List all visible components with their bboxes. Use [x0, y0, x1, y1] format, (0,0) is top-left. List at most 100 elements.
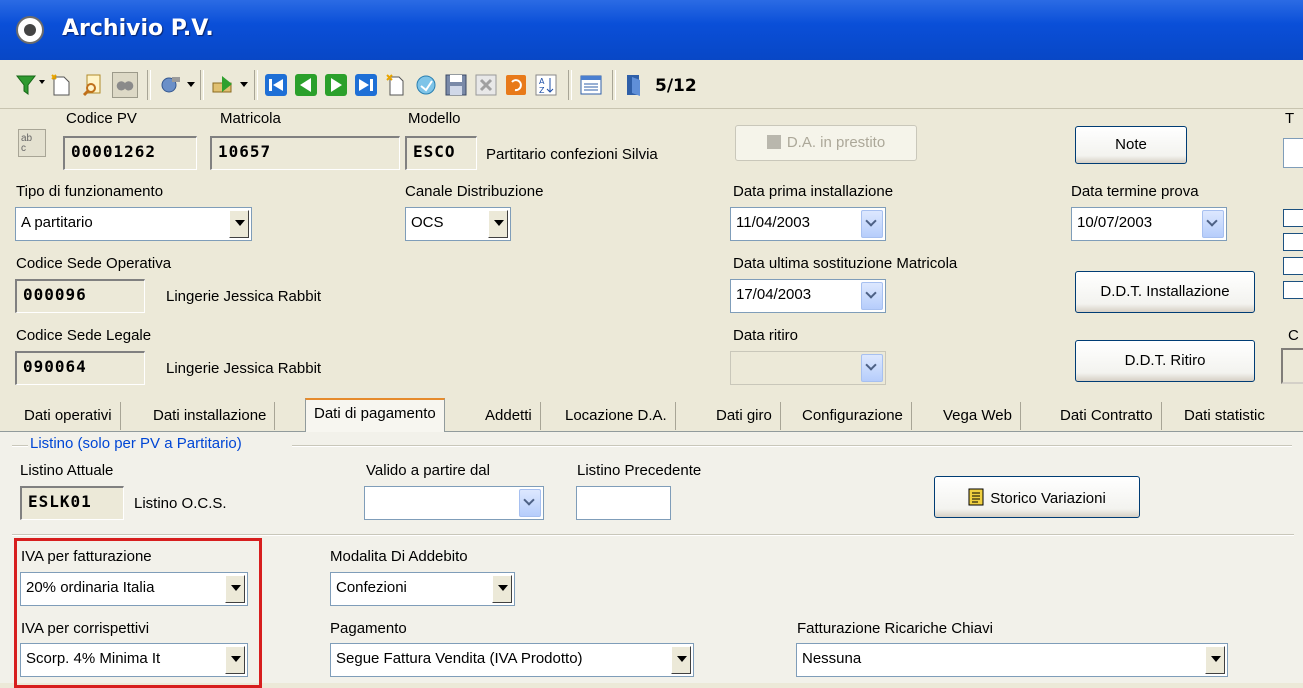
note-button[interactable]: Note [1075, 126, 1187, 164]
toolbar-separator [254, 70, 258, 100]
listino-attuale-description: Listino O.C.S. [134, 495, 227, 512]
modello-label: Modello [408, 110, 461, 127]
listino-attuale-field[interactable]: ESLK01 [20, 486, 124, 520]
canale-distribuzione-select[interactable]: OCS [405, 207, 511, 241]
search-document-icon[interactable] [80, 72, 106, 98]
device-icon [766, 135, 781, 149]
chevron-down-icon[interactable] [1205, 646, 1225, 674]
da-in-prestito-button[interactable]: D.A. in prestito [735, 125, 917, 161]
group-border [292, 445, 1292, 447]
listino-precedente-field[interactable] [576, 486, 671, 520]
codice-sede-legale-field[interactable]: 090064 [15, 351, 145, 385]
exit-door-icon[interactable] [622, 72, 648, 98]
data-termine-prova-label: Data termine prova [1071, 183, 1199, 200]
modello-code-field[interactable]: ESCO [405, 136, 477, 170]
highlight-annotation [14, 538, 262, 688]
cut-label-t: T [1285, 110, 1295, 127]
print-icon[interactable] [210, 72, 236, 98]
checkbox-1[interactable] [1283, 209, 1303, 227]
tab-dati-contratto[interactable]: Dati Contratto [1052, 402, 1162, 430]
data-ultima-sostituzione-value: 17/04/2003 [736, 286, 812, 303]
tipo-funzionamento-select[interactable]: A partitario [15, 207, 252, 241]
first-record-icon[interactable] [263, 72, 289, 98]
delete-icon[interactable] [473, 72, 499, 98]
chevron-down-icon[interactable] [519, 489, 541, 517]
new-document-icon[interactable] [383, 72, 409, 98]
text-format-icon[interactable]: ab c [18, 129, 46, 157]
data-termine-prova-picker[interactable]: 10/07/2003 [1071, 207, 1227, 241]
sede-operativa-description: Lingerie Jessica Rabbit [166, 288, 322, 305]
filter-icon[interactable] [14, 72, 40, 98]
undo-icon[interactable] [503, 72, 529, 98]
listino-precedente-label: Listino Precedente [577, 462, 702, 479]
chevron-down-icon[interactable] [488, 210, 508, 238]
fatturazione-ricariche-select[interactable]: Nessuna [796, 643, 1228, 677]
codice-sede-operativa-field[interactable]: 000096 [15, 279, 145, 313]
fatturazione-ricariche-value: Nessuna [802, 650, 862, 667]
tab-addetti[interactable]: Addetti [477, 402, 541, 430]
last-record-icon[interactable] [353, 72, 379, 98]
toolbar-separator [568, 70, 572, 100]
new-record-icon[interactable] [48, 72, 74, 98]
matricola-label: Matricola [220, 110, 281, 127]
tab-dati-giro[interactable]: Dati giro [708, 402, 781, 430]
sort-icon[interactable]: AZ [533, 72, 559, 98]
cut-field[interactable] [1283, 138, 1303, 168]
checkbox-2[interactable] [1283, 233, 1303, 251]
toolbar-separator [200, 70, 204, 100]
ddt-installazione-button[interactable]: D.D.T. Installazione [1075, 271, 1255, 313]
chevron-down-icon[interactable] [861, 282, 883, 310]
tools-dropdown-icon[interactable] [187, 82, 195, 87]
canale-distribuzione-value: OCS [411, 214, 444, 231]
checkbox-4[interactable] [1283, 281, 1303, 299]
record-position: 5/12 [655, 76, 697, 96]
save-icon[interactable] [443, 72, 469, 98]
matricola-field[interactable]: 10657 [210, 136, 400, 170]
tab-dati-di-pagamento[interactable]: Dati di pagamento [305, 398, 445, 432]
cut-field-2[interactable] [1281, 348, 1303, 384]
codice-pv-field[interactable]: 00001262 [63, 136, 197, 170]
refresh-icon[interactable] [413, 72, 439, 98]
tools-icon[interactable] [157, 72, 183, 98]
chevron-down-icon[interactable] [861, 210, 883, 238]
data-ritiro-picker[interactable] [730, 351, 886, 385]
previous-record-icon[interactable] [293, 72, 319, 98]
toolbar-separator [147, 70, 151, 100]
svg-text:A: A [539, 77, 545, 86]
toolbar-separator [612, 70, 616, 100]
codice-sede-operativa-label: Codice Sede Operativa [16, 255, 172, 272]
tab-locazione-da[interactable]: Locazione D.A. [557, 402, 676, 430]
listino-attuale-label: Listino Attuale [20, 462, 114, 479]
checkbox-3[interactable] [1283, 257, 1303, 275]
list-view-icon[interactable] [578, 72, 604, 98]
modello-description: Partitario confezioni Silvia [486, 146, 658, 163]
filter-dropdown-icon[interactable] [39, 80, 45, 84]
cut-label-c: C [1288, 327, 1299, 344]
data-prima-installazione-label: Data prima installazione [733, 183, 894, 200]
chevron-down-icon[interactable] [229, 210, 249, 238]
tab-dati-operativi[interactable]: Dati operativi [16, 402, 121, 430]
ddt-ritiro-button[interactable]: D.D.T. Ritiro [1075, 340, 1255, 382]
pagamento-select[interactable]: Segue Fattura Vendita (IVA Prodotto) [330, 643, 694, 677]
print-dropdown-icon[interactable] [240, 82, 248, 87]
group-border [12, 445, 28, 447]
tab-dati-statistici[interactable]: Dati statistic [1176, 402, 1273, 430]
data-prima-installazione-picker[interactable]: 11/04/2003 [730, 207, 886, 241]
chevron-down-icon[interactable] [671, 646, 691, 674]
data-ultima-sostituzione-picker[interactable]: 17/04/2003 [730, 279, 886, 313]
data-prima-installazione-value: 11/04/2003 [736, 214, 810, 231]
section-divider [12, 534, 1294, 536]
next-record-icon[interactable] [323, 72, 349, 98]
chevron-down-icon[interactable] [861, 354, 883, 382]
chevron-down-icon[interactable] [492, 575, 512, 603]
tab-vega-web[interactable]: Vega Web [935, 402, 1021, 430]
binoculars-icon[interactable] [112, 72, 138, 98]
fatturazione-ricariche-label: Fatturazione Ricariche Chiavi [797, 620, 993, 637]
chevron-down-icon[interactable] [1202, 210, 1224, 238]
storico-variazioni-button[interactable]: Storico Variazioni [934, 476, 1140, 518]
app-icon [16, 16, 44, 44]
modalita-addebito-select[interactable]: Confezioni [330, 572, 515, 606]
valido-dal-picker[interactable] [364, 486, 544, 520]
tab-dati-installazione[interactable]: Dati installazione [145, 402, 276, 430]
tab-configurazione[interactable]: Configurazione [794, 402, 912, 430]
